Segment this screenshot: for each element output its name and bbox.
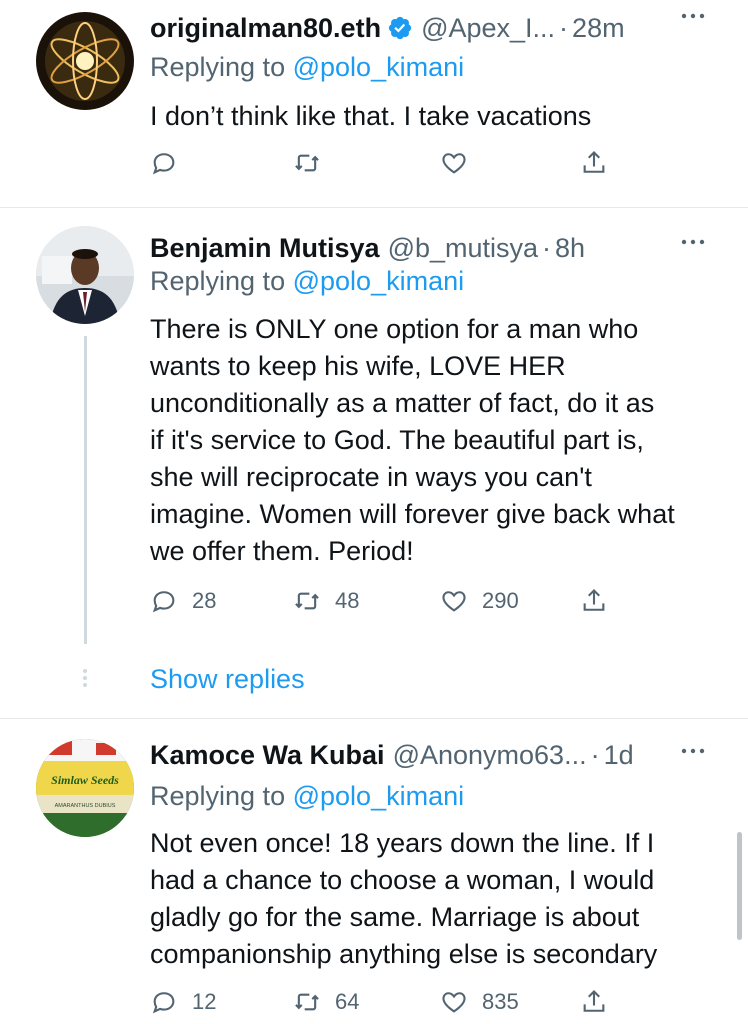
- thread-dots-icon: [80, 666, 90, 690]
- replying-to-label: Replying to: [150, 781, 286, 811]
- reply-button[interactable]: 28: [150, 584, 216, 618]
- heart-icon: [442, 591, 466, 612]
- like-button[interactable]: [440, 146, 482, 180]
- tweet-actions: [150, 146, 630, 180]
- user-handle[interactable]: @Anonymo63...: [393, 740, 587, 771]
- replying-to-mention[interactable]: @polo_kimani: [293, 52, 465, 82]
- avatar[interactable]: Simlaw Seeds AMARANTHUS DUBIUS: [36, 739, 134, 837]
- show-replies-link[interactable]: Show replies: [150, 664, 305, 695]
- retweet-icon: [295, 993, 319, 1011]
- tweet-benjamin-mutisya[interactable]: Benjamin Mutisya @b_mutisya · 8h Replyin…: [0, 208, 748, 718]
- avatar-product-text: AMARANTHUS DUBIUS: [55, 803, 116, 809]
- like-button[interactable]: 835: [440, 985, 519, 1019]
- timestamp[interactable]: 8h: [555, 233, 585, 264]
- tweet-kamoce-wa-kubai[interactable]: Simlaw Seeds AMARANTHUS DUBIUS Kamoce Wa…: [0, 719, 748, 1024]
- retweet-count: 64: [335, 989, 360, 1014]
- reply-count: 28: [192, 588, 217, 613]
- tweet-header: Benjamin Mutisya @b_mutisya · 8h: [150, 228, 585, 268]
- separator-dot: ·: [559, 12, 569, 43]
- heart-icon: [442, 153, 466, 174]
- timestamp[interactable]: 28m: [572, 13, 625, 44]
- retweet-count: 48: [335, 588, 360, 613]
- like-button[interactable]: 290: [440, 584, 519, 618]
- share-icon: [583, 151, 605, 173]
- replying-to-mention[interactable]: @polo_kimani: [293, 781, 465, 811]
- like-count: 835: [482, 989, 519, 1014]
- tweet-text: There is ONLY one option for a man who w…: [150, 314, 675, 566]
- avatar-brand-text: Simlaw Seeds: [51, 773, 119, 787]
- replying-to: Replying to @polo_kimani: [150, 52, 464, 83]
- tweet-originalman80[interactable]: originalman80.eth @Apex_I... · 28m Reply…: [0, 0, 748, 205]
- reply-icon: [152, 153, 175, 175]
- tweet-header: Kamoce Wa Kubai @Anonymo63... · 1d: [150, 735, 634, 775]
- share-icon: [583, 589, 605, 611]
- reply-icon: [152, 992, 175, 1014]
- like-count: 290: [482, 588, 519, 613]
- replying-to-label: Replying to: [150, 266, 286, 296]
- more-options-icon[interactable]: [678, 6, 708, 26]
- avatar[interactable]: [36, 226, 134, 324]
- user-handle[interactable]: @b_mutisya: [388, 233, 538, 264]
- display-name[interactable]: Benjamin Mutisya: [150, 233, 380, 264]
- reply-icon: [152, 591, 175, 613]
- separator-dot: ·: [542, 232, 552, 263]
- retweet-icon: [295, 154, 319, 172]
- more-options-icon[interactable]: [678, 232, 708, 252]
- tweet-text: Not even once! 18 years down the line. I…: [150, 828, 658, 969]
- more-options-icon[interactable]: [678, 741, 708, 761]
- reply-button[interactable]: 12: [150, 985, 216, 1019]
- tweet-header: originalman80.eth @Apex_I... · 28m: [150, 8, 625, 48]
- replying-to: Replying to @polo_kimani: [150, 266, 464, 297]
- share-button[interactable]: [580, 146, 608, 180]
- verified-badge-icon: [387, 15, 413, 41]
- retweet-icon: [295, 592, 319, 610]
- tweet-actions: 12 64 835: [150, 985, 630, 1019]
- retweet-button[interactable]: 64: [293, 985, 359, 1019]
- share-button[interactable]: [580, 584, 608, 618]
- reply-button[interactable]: [150, 146, 192, 180]
- separator-dot: ·: [590, 739, 600, 770]
- thread-line: [84, 336, 87, 644]
- display-name[interactable]: Kamoce Wa Kubai: [150, 740, 385, 771]
- share-icon: [583, 990, 605, 1012]
- replying-to-mention[interactable]: @polo_kimani: [293, 266, 465, 296]
- replying-to: Replying to @polo_kimani: [150, 781, 464, 812]
- timestamp[interactable]: 1d: [604, 740, 634, 771]
- user-handle[interactable]: @Apex_I...: [421, 13, 555, 44]
- avatar[interactable]: [36, 12, 134, 110]
- retweet-button[interactable]: 48: [293, 584, 359, 618]
- share-button[interactable]: [580, 985, 608, 1019]
- replying-to-label: Replying to: [150, 52, 286, 82]
- retweet-button[interactable]: [293, 146, 335, 180]
- tweet-actions: 28 48 290: [150, 584, 630, 618]
- reply-count: 12: [192, 989, 217, 1014]
- scrollbar[interactable]: [737, 832, 742, 940]
- heart-icon: [442, 992, 466, 1013]
- tweet-text: I don’t think like that. I take vacation…: [150, 101, 592, 131]
- display-name[interactable]: originalman80.eth: [150, 13, 381, 44]
